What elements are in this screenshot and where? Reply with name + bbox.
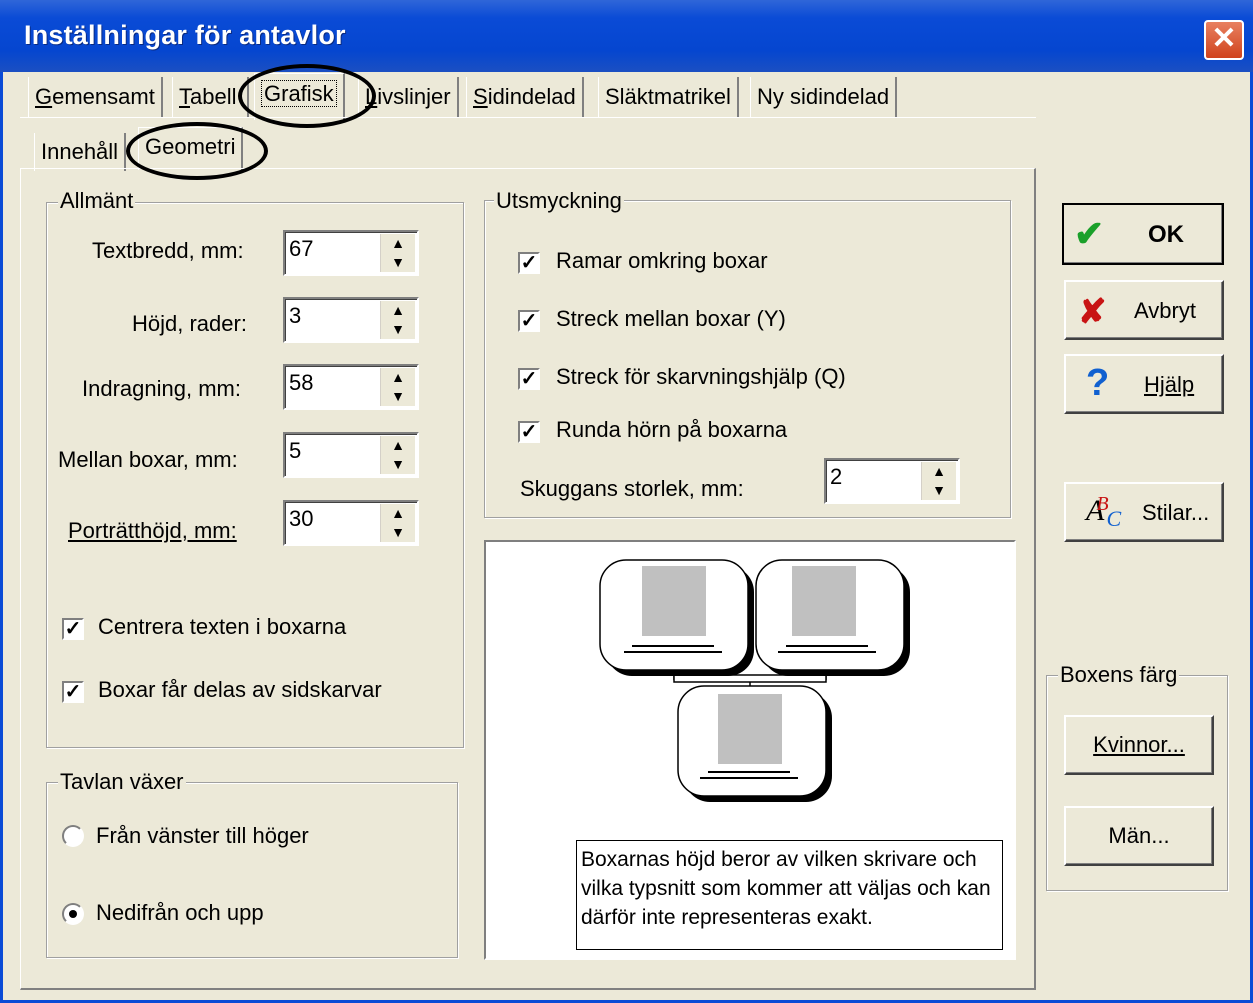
left-to-right-radio[interactable] bbox=[62, 825, 84, 847]
text-width-label: Textbredd, mm: bbox=[92, 238, 244, 263]
down-arrow-icon[interactable]: ▼ bbox=[381, 523, 415, 542]
check-icon: ✔ bbox=[1074, 213, 1105, 254]
subtab-innehall-label: Innehåll bbox=[41, 139, 119, 164]
bottom-up-label: Nedifrån och upp bbox=[96, 900, 264, 925]
portrait-height-spinner[interactable]: 30 ▲ ▼ bbox=[283, 500, 419, 546]
tab-ny-sidindelad[interactable]: Ny sidindelad bbox=[750, 77, 898, 117]
portrait-height-value: 30 bbox=[289, 506, 314, 531]
spinner-arrows[interactable]: ▲ ▼ bbox=[921, 462, 956, 500]
general-legend: Allmänt bbox=[58, 188, 136, 214]
spinner-arrows[interactable]: ▲ ▼ bbox=[380, 504, 415, 542]
between-boxes-label: Mellan boxar, mm: bbox=[58, 447, 238, 472]
down-arrow-icon[interactable]: ▼ bbox=[381, 387, 415, 406]
up-arrow-icon[interactable]: ▲ bbox=[381, 368, 415, 387]
women-color-button[interactable]: Kvinnor... bbox=[1064, 715, 1214, 775]
box-color-legend: Boxens färg bbox=[1058, 662, 1180, 688]
height-rows-value: 3 bbox=[289, 303, 302, 328]
tab-livslinjer-accel: L bbox=[365, 84, 378, 109]
tab-tabell-accel: T bbox=[179, 84, 190, 109]
spinner-arrows[interactable]: ▲ ▼ bbox=[380, 301, 415, 339]
up-arrow-icon[interactable]: ▲ bbox=[381, 234, 415, 253]
shadow-size-spinner[interactable]: 2 ▲ ▼ bbox=[824, 458, 960, 504]
board-grows-legend: Tavlan växer bbox=[58, 769, 186, 795]
help-button[interactable]: ? Hjälp bbox=[1064, 354, 1224, 414]
joining-aid-label: Streck för skarvningshjälp (Q) bbox=[556, 364, 846, 389]
up-arrow-icon[interactable]: ▲ bbox=[381, 301, 415, 320]
lines-between-checkbox[interactable]: ✓ bbox=[518, 310, 540, 332]
tab-livslinjer-label: ivslinjer bbox=[377, 84, 451, 109]
styles-label: Stilar... bbox=[1142, 500, 1210, 525]
cancel-label: Avbryt bbox=[1134, 298, 1196, 323]
tab-tabell-label: abell bbox=[190, 84, 237, 109]
tab-slaktmatrikel[interactable]: Släktmatrikel bbox=[598, 77, 739, 117]
round-corners-checkbox[interactable]: ✓ bbox=[518, 421, 540, 443]
shadow-size-label: Skuggans storlek, mm: bbox=[520, 476, 744, 501]
subtab-geometri[interactable]: Geometri bbox=[138, 127, 244, 170]
close-button[interactable]: ✕ bbox=[1204, 20, 1244, 60]
indent-value: 58 bbox=[289, 370, 314, 395]
window-title: Inställningar för antavlor bbox=[24, 20, 346, 50]
center-text-label: Centrera texten i boxarna bbox=[98, 614, 347, 639]
ok-button[interactable]: ✔ OK bbox=[1062, 203, 1224, 265]
shadow-size-value: 2 bbox=[830, 464, 843, 489]
tab-gemensamt[interactable]: Gemensamt bbox=[28, 77, 163, 117]
styles-button[interactable]: ABC Stilar... bbox=[1064, 482, 1224, 542]
down-arrow-icon[interactable]: ▼ bbox=[381, 320, 415, 339]
spinner-arrows[interactable]: ▲ ▼ bbox=[380, 436, 415, 474]
tab-grafisk-label: Grafisk bbox=[261, 80, 337, 107]
up-arrow-icon[interactable]: ▲ bbox=[381, 436, 415, 455]
up-arrow-icon[interactable]: ▲ bbox=[381, 504, 415, 523]
down-arrow-icon[interactable]: ▼ bbox=[381, 455, 415, 474]
portrait-height-label: Porträtthöjd, mm: bbox=[68, 518, 237, 543]
round-corners-label: Runda hörn på boxarna bbox=[556, 417, 788, 442]
x-icon: ✘ bbox=[1078, 293, 1107, 331]
indent-spinner[interactable]: 58 ▲ ▼ bbox=[283, 364, 419, 410]
tab-sidindelad[interactable]: Sidindelad bbox=[466, 77, 584, 117]
subtab-innehall[interactable]: Innehåll bbox=[34, 133, 127, 171]
text-width-value: 67 bbox=[289, 236, 314, 261]
spinner-arrows[interactable]: ▲ ▼ bbox=[380, 234, 415, 272]
frames-label: Ramar omkring boxar bbox=[556, 248, 768, 273]
between-boxes-value: 5 bbox=[289, 438, 302, 463]
tab-gemensamt-accel: G bbox=[35, 84, 53, 109]
spinner-arrows[interactable]: ▲ ▼ bbox=[380, 368, 415, 406]
joining-aid-checkbox[interactable]: ✓ bbox=[518, 368, 540, 390]
tab-slaktmatrikel-label: Släktmatrikel bbox=[605, 84, 731, 109]
indent-label: Indragning, mm: bbox=[82, 376, 241, 401]
split-boxes-checkbox[interactable]: ✓ bbox=[62, 681, 84, 703]
bottom-up-radio[interactable] bbox=[62, 903, 84, 925]
men-color-button[interactable]: Män... bbox=[1064, 806, 1214, 866]
cancel-button[interactable]: ✘ Avbryt bbox=[1064, 280, 1224, 340]
board-grows-group bbox=[46, 782, 458, 958]
frames-checkbox[interactable]: ✓ bbox=[518, 252, 540, 274]
down-arrow-icon[interactable]: ▼ bbox=[381, 253, 415, 272]
split-boxes-label: Boxar får delas av sidskarvar bbox=[98, 677, 382, 702]
down-arrow-icon[interactable]: ▼ bbox=[922, 481, 956, 500]
tab-tabell[interactable]: Tabell bbox=[172, 77, 249, 117]
height-rows-label: Höjd, rader: bbox=[132, 311, 247, 336]
center-text-checkbox[interactable]: ✓ bbox=[62, 618, 84, 640]
left-to-right-label: Från vänster till höger bbox=[96, 823, 309, 848]
height-rows-spinner[interactable]: 3 ▲ ▼ bbox=[283, 297, 419, 343]
text-width-spinner[interactable]: 67 ▲ ▼ bbox=[283, 230, 419, 276]
tab-grafisk[interactable]: Grafisk bbox=[254, 73, 345, 120]
question-icon: ? bbox=[1086, 362, 1110, 404]
tab-divider bbox=[20, 117, 1036, 118]
between-boxes-spinner[interactable]: 5 ▲ ▼ bbox=[283, 432, 419, 478]
decoration-legend: Utsmyckning bbox=[494, 188, 624, 214]
help-label: Hjälp bbox=[1144, 372, 1195, 397]
tab-sidindelad-accel: S bbox=[473, 84, 488, 109]
lines-between-label: Streck mellan boxar (Y) bbox=[556, 306, 786, 331]
radio-dot bbox=[69, 910, 77, 918]
tab-livslinjer[interactable]: Livslinjer bbox=[358, 77, 459, 117]
ok-label: OK bbox=[1148, 221, 1184, 248]
preview-note: Boxarnas höjd beror av vilken skrivare o… bbox=[576, 840, 1003, 950]
abc-styles-icon: ABC bbox=[1086, 493, 1122, 531]
tab-sidindelad-label: idindelad bbox=[487, 84, 576, 109]
tab-ny-sidindelad-label: Ny sidindelad bbox=[757, 84, 890, 109]
subtab-geometri-label: Geometri bbox=[145, 134, 236, 159]
tab-gemensamt-label: emensamt bbox=[52, 84, 155, 109]
up-arrow-icon[interactable]: ▲ bbox=[922, 462, 956, 481]
